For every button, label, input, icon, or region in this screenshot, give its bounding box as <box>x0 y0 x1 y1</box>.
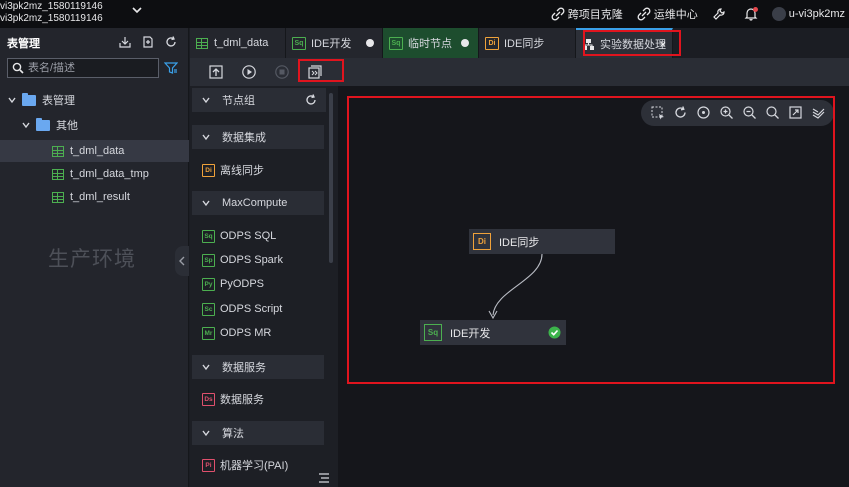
success-check-icon <box>548 326 561 339</box>
sync-node-icon: Di <box>473 233 491 250</box>
sql-node-icon: Sq <box>424 324 442 341</box>
canvas-node-ide-sync[interactable]: Di IDE同步 <box>469 229 615 254</box>
canvas-node-ide-dev[interactable]: Sq IDE开发 <box>420 320 566 345</box>
node-label: IDE同步 <box>499 236 540 249</box>
node-label: IDE开发 <box>450 327 491 340</box>
dependency-edge <box>488 253 543 320</box>
